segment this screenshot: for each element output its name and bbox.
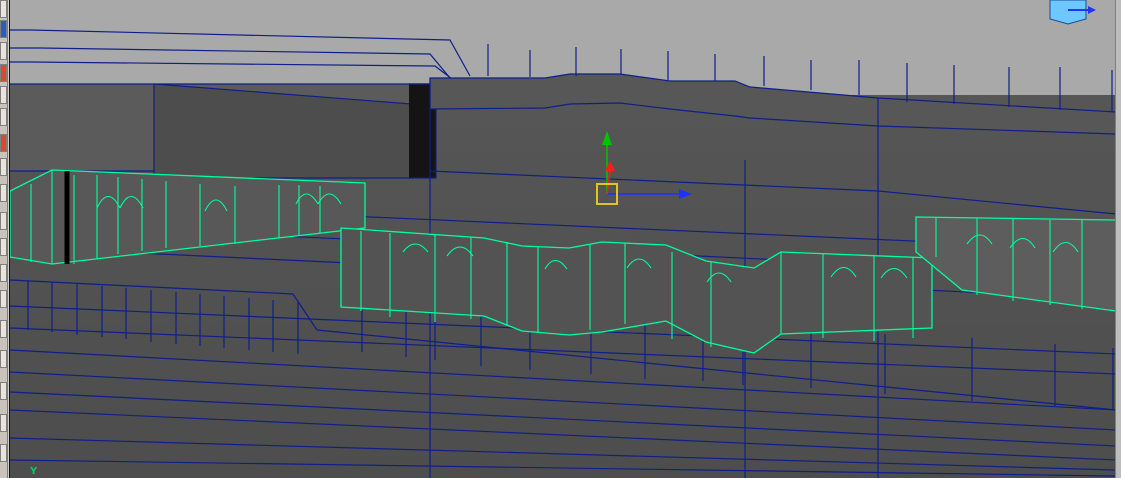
toolbar-button-select[interactable] xyxy=(0,0,7,18)
toolbar-button-scale[interactable] xyxy=(0,64,7,82)
toolbar-button-soft-select[interactable] xyxy=(0,158,7,176)
viewport-scene[interactable]: Y xyxy=(10,0,1115,478)
toolbar-button-rotate[interactable] xyxy=(0,42,7,60)
toolbar-button-universal[interactable] xyxy=(0,86,7,104)
toolbar-button-outliner[interactable] xyxy=(0,350,7,368)
maya-app: Y xyxy=(0,0,1121,478)
toolbar-button-paint[interactable] xyxy=(0,134,7,152)
axis-label-y: Y xyxy=(29,466,38,477)
toolbar-button-show-manipulator[interactable] xyxy=(0,184,7,202)
toolbar-button-graph-editor[interactable] xyxy=(0,382,7,400)
3d-viewport[interactable]: Y xyxy=(9,0,1115,478)
toolbar-button-move[interactable] xyxy=(0,20,7,38)
left-toolbar xyxy=(0,0,8,478)
toolbar-button-hypershade[interactable] xyxy=(0,320,7,338)
toolbar-button-layout-two[interactable] xyxy=(0,290,7,308)
toolbar-button-layout-single[interactable] xyxy=(0,238,7,256)
toolbar-button-render[interactable] xyxy=(0,414,7,432)
toolbar-button-lasso[interactable] xyxy=(0,108,7,126)
toolbar-button-settings[interactable] xyxy=(0,444,7,462)
toolbar-button-layout-four[interactable] xyxy=(0,264,7,282)
viewport-scrollbar[interactable] xyxy=(1115,0,1121,478)
toolbar-button-last-tool[interactable] xyxy=(0,212,7,230)
